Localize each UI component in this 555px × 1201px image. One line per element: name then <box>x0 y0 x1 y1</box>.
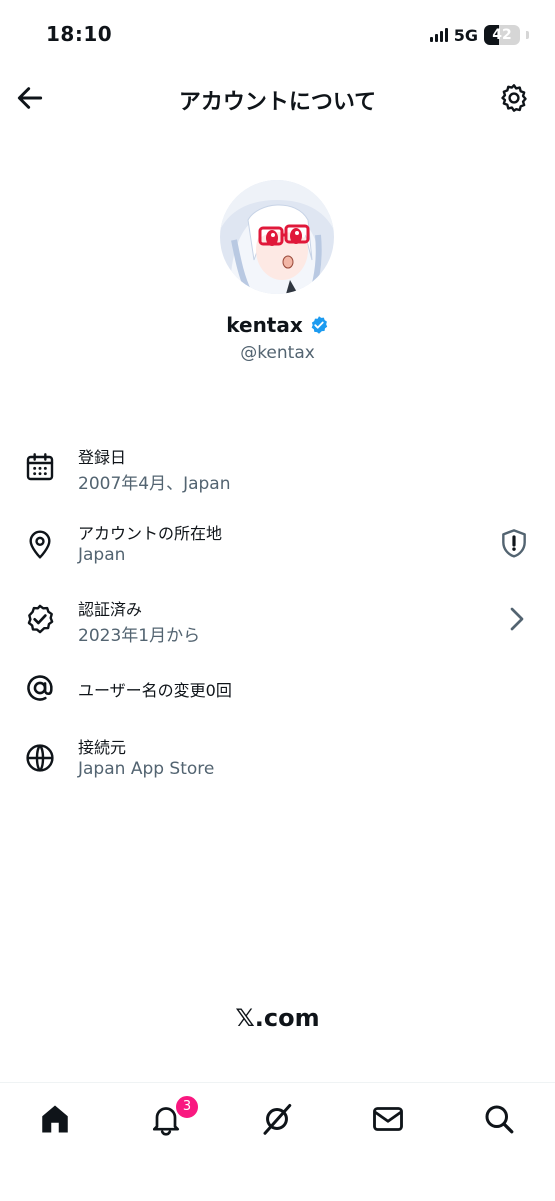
x-com-link[interactable]: 𝕏.com <box>0 1004 555 1032</box>
display-name-row: kentax <box>0 313 555 337</box>
registration-value: 2007年4月、Japan <box>78 474 231 494</box>
notification-badge: 3 <box>174 1094 200 1120</box>
username-changes-label: ユーザー名の変更0回 <box>78 681 232 700</box>
at-sign-icon <box>24 672 56 704</box>
connected-via-label: 接続元 <box>78 738 127 757</box>
network-label: 5G <box>453 25 478 45</box>
page-title: アカウントについて <box>178 90 377 115</box>
battery-icon: 42 <box>484 25 520 45</box>
chevron-right-icon[interactable] <box>500 603 532 635</box>
home-icon[interactable] <box>37 1101 73 1137</box>
handle: @kentax <box>240 343 315 363</box>
verified-icon <box>311 316 327 334</box>
status-time: 18:10 <box>46 22 113 46</box>
location-label: アカウントの所在地 <box>78 524 223 543</box>
location-value: Japan <box>78 545 126 565</box>
status-indicators: 5G 42 <box>429 24 529 46</box>
messages-icon[interactable] <box>370 1101 406 1137</box>
tab-bar <box>0 1082 555 1201</box>
location-pin-icon <box>24 528 56 560</box>
registration-label: 登録日 <box>78 448 127 467</box>
verified-label: 認証済み <box>78 600 143 619</box>
display-name: kentax <box>226 313 303 337</box>
verified-value: 2023年1月から <box>78 626 201 646</box>
battery-level: 42 <box>492 27 512 43</box>
connected-via-value: Japan App Store <box>78 759 215 779</box>
signal-icon <box>429 28 448 42</box>
verified-badge-icon <box>24 603 56 635</box>
avatar[interactable] <box>220 180 334 294</box>
search-icon[interactable] <box>481 1101 517 1137</box>
globe-icon <box>24 742 56 774</box>
calendar-icon <box>24 451 56 483</box>
shield-alert-icon[interactable] <box>498 527 530 559</box>
gear-icon[interactable] <box>498 82 530 114</box>
grok-icon[interactable] <box>259 1101 295 1137</box>
